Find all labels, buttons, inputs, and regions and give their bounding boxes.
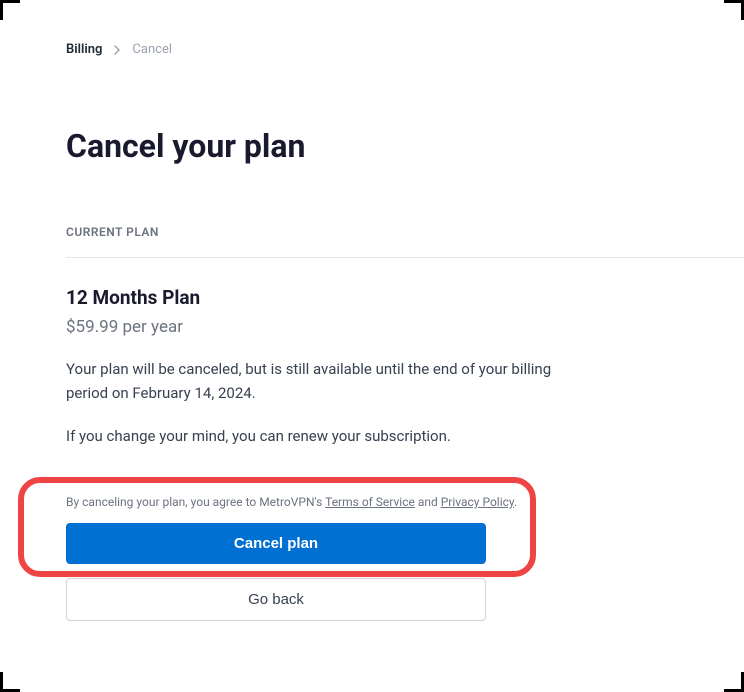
privacy-policy-link[interactable]: Privacy Policy (441, 495, 514, 509)
breadcrumb-current: Cancel (132, 42, 172, 57)
section-divider (66, 257, 744, 258)
action-area: By canceling your plan, you agree to Met… (66, 495, 744, 621)
agreement-suffix: . (514, 495, 517, 509)
crop-mark (724, 0, 744, 20)
plan-renew-note: If you change your mind, you can renew y… (66, 427, 744, 445)
plan-price: $59.99 per year (66, 317, 744, 337)
crop-mark (0, 672, 20, 692)
agreement-text: By canceling your plan, you agree to Met… (66, 495, 744, 509)
breadcrumb-parent-link[interactable]: Billing (66, 42, 102, 57)
crop-mark (724, 672, 744, 692)
plan-name: 12 Months Plan (66, 286, 744, 309)
plan-cancel-description: Your plan will be canceled, but is still… (66, 357, 566, 405)
page-title: Cancel your plan (66, 127, 744, 165)
terms-of-service-link[interactable]: Terms of Service (325, 495, 415, 509)
agreement-and: and (415, 495, 441, 509)
breadcrumb: Billing Cancel (66, 42, 744, 57)
crop-mark (0, 0, 20, 20)
agreement-prefix: By canceling your plan, you agree to Met… (66, 495, 325, 509)
section-label: CURRENT PLAN (66, 225, 744, 239)
chevron-right-icon (112, 45, 122, 55)
go-back-button[interactable]: Go back (66, 578, 486, 621)
cancel-plan-button[interactable]: Cancel plan (66, 523, 486, 564)
page-content: Billing Cancel Cancel your plan CURRENT … (0, 0, 744, 621)
